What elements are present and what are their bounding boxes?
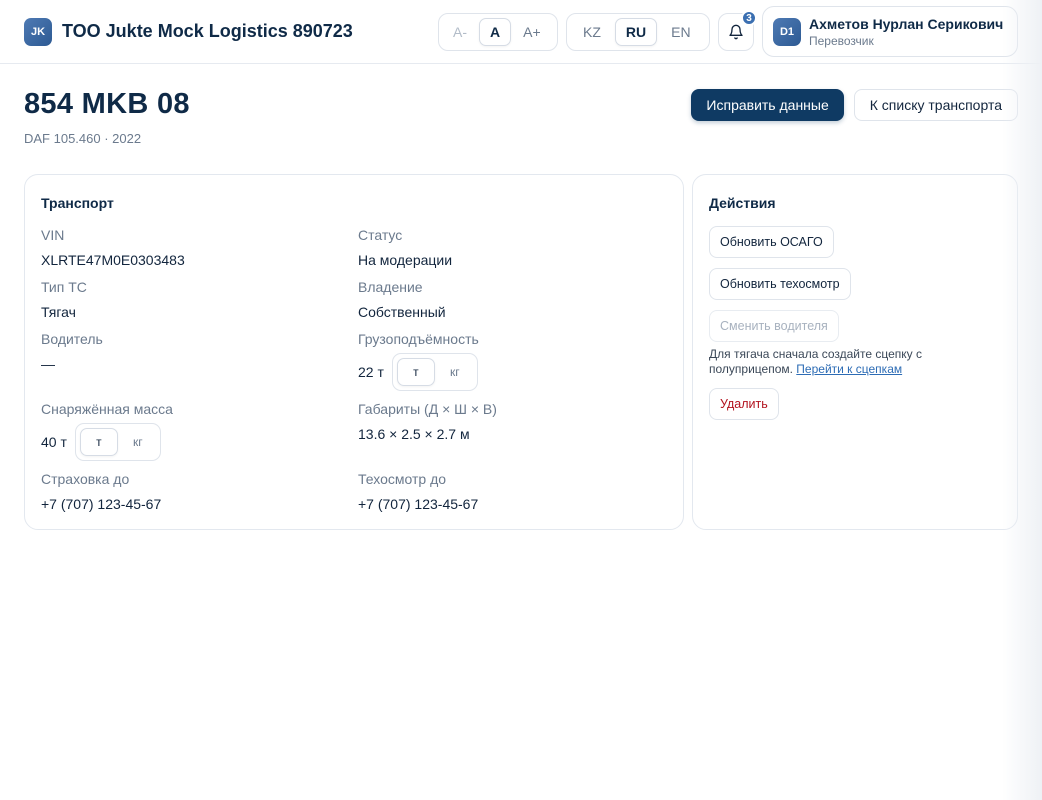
font-increase-button[interactable]: A+ [513, 18, 551, 46]
inspection-value: +7 (707) 123-45-67 [358, 496, 479, 512]
update-osago-button[interactable]: Обновить ОСАГО [709, 226, 834, 258]
driver-field: Водитель — [41, 331, 103, 372]
change-driver-button: Сменить водителя [709, 310, 839, 342]
insurance-value: +7 (707) 123-45-67 [41, 496, 162, 512]
type-field: Тип ТС Тягач [41, 279, 87, 320]
transport-card-title: Транспорт [41, 195, 114, 211]
type-value: Тягач [41, 304, 76, 320]
curb-weight-unit-kg[interactable]: кг [120, 428, 156, 456]
curb-weight-unit-toggle: т кг [74, 423, 161, 461]
bell-icon [729, 24, 743, 40]
dimensions-field: Габариты (Д × Ш × В) 13.6 × 2.5 × 2.7 м [358, 401, 497, 442]
inspection-field: Техосмотр до +7 (707) 123-45-67 [358, 471, 478, 512]
user-role: Перевозчик [809, 33, 874, 48]
vin-field: VIN XLRTE47M0E0303483 [41, 227, 185, 268]
inspection-label: Техосмотр до [358, 471, 447, 487]
capacity-value: 22 т [358, 364, 384, 380]
font-default-button[interactable]: A [479, 18, 512, 46]
curb-weight-value: 40 т [41, 434, 67, 450]
delete-button[interactable]: Удалить [709, 388, 779, 420]
company-name: TOO Jukte Mock Logistics 890723 [62, 21, 353, 41]
transport-card: Транспорт VIN XLRTE47M0E0303483 Статус Н… [24, 174, 684, 530]
notifications-button[interactable]: 3 [718, 10, 757, 51]
notifications-badge: 3 [741, 10, 757, 26]
curb-weight-field: Снаряжённая масса 40 т т кг [41, 401, 173, 461]
capacity-label: Грузоподъёмность [358, 331, 479, 347]
dimensions-label: Габариты (Д × Ш × В) [358, 401, 497, 417]
capacity-field: Грузоподъёмность 22 т т кг [358, 331, 479, 391]
status-field: Статус На модерации [358, 227, 452, 268]
go-to-couplings-link[interactable]: Перейти к сцепкам [796, 362, 902, 376]
dimensions-value: 13.6 × 2.5 × 2.7 м [358, 426, 470, 442]
lang-en-button[interactable]: EN [659, 18, 702, 46]
back-to-list-button[interactable]: К списку транспорта [853, 89, 1018, 121]
insurance-label: Страховка до [41, 471, 130, 487]
capacity-unit-toggle: т кг [391, 353, 478, 391]
curb-weight-unit-t[interactable]: т [79, 428, 118, 456]
coupling-hint: Для тягача сначала создайте сцепку с пол… [709, 347, 979, 377]
type-label: Тип ТС [41, 279, 87, 295]
actions-card-title: Действия [709, 195, 776, 211]
page-header: 854 MKB 08 DAF 105.460 · 2022 Исправить … [24, 88, 1018, 146]
ownership-label: Владение [358, 279, 423, 295]
edit-data-button[interactable]: Исправить данные [691, 89, 844, 121]
top-bar: JK TOO Jukte Mock Logistics 890723 A- A … [0, 0, 1042, 64]
vin-value: XLRTE47M0E0303483 [41, 252, 185, 268]
user-name: Ахметов Нурлан Серикович [809, 15, 1004, 32]
page-subtitle: DAF 105.460 · 2022 [24, 131, 142, 146]
driver-value: — [41, 356, 55, 372]
brand: JK TOO Jukte Mock Logistics 890723 [24, 17, 353, 46]
update-inspection-button[interactable]: Обновить техосмотр [709, 268, 851, 300]
font-size-switcher: A- A A+ [438, 13, 558, 51]
capacity-unit-kg[interactable]: кг [437, 358, 473, 386]
vin-label: VIN [41, 227, 65, 243]
user-menu[interactable]: D1 Ахметов Нурлан Серикович Перевозчик [762, 6, 1018, 57]
font-decrease-button[interactable]: A- [443, 18, 477, 46]
avatar: D1 [773, 17, 801, 46]
status-value: На модерации [358, 252, 453, 268]
status-label: Статус [358, 227, 403, 243]
curb-weight-label: Снаряжённая масса [41, 401, 173, 417]
actions-card: Действия Обновить ОСАГО Обновить техосмо… [692, 174, 1018, 530]
capacity-unit-t[interactable]: т [396, 358, 435, 386]
insurance-field: Страховка до +7 (707) 123-45-67 [41, 471, 161, 512]
company-logo: JK [24, 17, 52, 46]
lang-kz-button[interactable]: KZ [571, 18, 613, 46]
lang-ru-button[interactable]: RU [614, 18, 658, 46]
language-switcher: KZ RU EN [566, 13, 710, 51]
driver-label: Водитель [41, 331, 103, 347]
ownership-value: Собственный [358, 304, 446, 320]
ownership-field: Владение Собственный [358, 279, 446, 320]
